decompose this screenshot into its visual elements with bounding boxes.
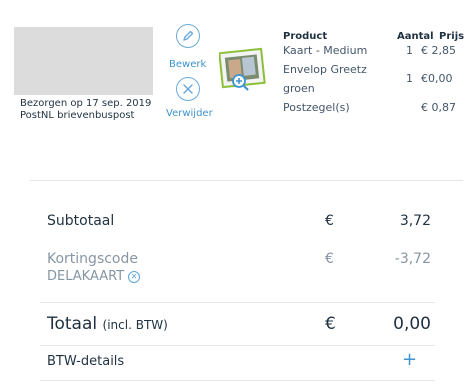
remove-code-icon[interactable]: ✕ (128, 270, 141, 283)
section-divider (30, 180, 463, 181)
subtotal-value: 3,72 (399, 213, 431, 229)
product-price: € 0,87 (421, 101, 456, 114)
product-price: € 2,85 (421, 44, 456, 57)
discount-currency: € (325, 251, 334, 267)
delivery-method: PostNL brievenbuspost (20, 110, 135, 121)
edit-label[interactable]: Bewerk (169, 59, 206, 70)
product-price: €0,00 (421, 72, 453, 85)
subtotal-currency: € (325, 213, 334, 229)
total-label-text: Totaal (47, 314, 98, 334)
zoom-in-icon[interactable] (231, 73, 249, 91)
remove-label[interactable]: Verwijder (166, 108, 213, 119)
product-name: Kaart - Medium (283, 44, 368, 57)
total-label-suffix: (incl. BTW) (102, 318, 168, 332)
total-currency: € (325, 314, 336, 334)
total-value: 0,00 (393, 314, 431, 334)
pencil-icon (183, 30, 194, 41)
vat-top-divider (40, 345, 435, 346)
subtotal-label: Subtotaal (47, 213, 115, 229)
column-header-price: Prijs (439, 31, 465, 42)
product-qty: 1 (406, 44, 413, 57)
edit-button[interactable] (176, 24, 200, 48)
product-name: Envelop Greetz (283, 63, 367, 76)
vat-bottom-divider (40, 380, 435, 381)
delivery-date: Bezorgen op 17 sep. 2019 (20, 98, 152, 109)
discount-value: -3,72 (394, 251, 431, 267)
discount-code: DELAKAART ✕ (47, 269, 141, 284)
total-label: Totaal (incl. BTW) (47, 314, 168, 334)
delivery-info: Bezorgen op 17 sep. 2019 PostNL brievenb… (20, 98, 151, 122)
card-thumbnail[interactable] (218, 47, 267, 95)
column-header-qty: Aantal (397, 31, 434, 42)
total-divider (40, 302, 435, 303)
remove-button[interactable] (176, 77, 200, 101)
product-name-line2: groen (283, 82, 315, 95)
close-icon (183, 84, 193, 94)
product-name: Postzegel(s) (283, 101, 350, 114)
discount-label: Kortingscode (47, 251, 138, 267)
vat-details-label[interactable]: BTW-details (47, 354, 124, 369)
product-qty: 1 (406, 72, 413, 85)
product-image-placeholder (14, 27, 153, 95)
discount-code-text: DELAKAART (47, 269, 125, 284)
column-header-product: Product (283, 31, 328, 42)
plus-icon[interactable]: + (402, 349, 417, 370)
